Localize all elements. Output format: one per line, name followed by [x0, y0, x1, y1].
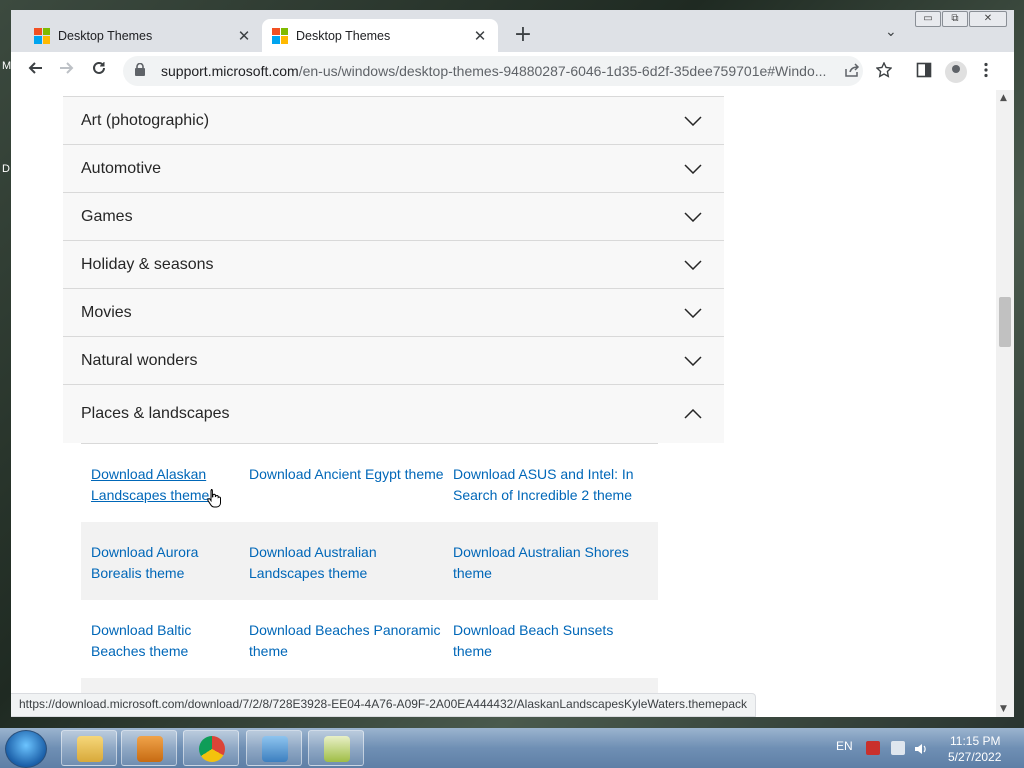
taskbar: EN 11:15 PM 5/27/2022: [0, 728, 1024, 768]
accordion-places-landscapes[interactable]: Places & landscapes: [63, 385, 724, 443]
desktop-label-d: D: [2, 163, 10, 175]
microsoft-logo-icon: [34, 27, 50, 44]
scroll-up-arrow-icon[interactable]: ▲: [1000, 93, 1007, 103]
accordion-label: Natural wonders: [81, 351, 198, 369]
share-icon[interactable]: [844, 63, 860, 81]
themes-accordion: Art (photographic) Automotive Games Holi…: [63, 96, 724, 708]
bookmark-star-icon[interactable]: [875, 61, 893, 82]
scroll-down-arrow-icon[interactable]: ▼: [1000, 704, 1007, 714]
accordion-games[interactable]: Games: [63, 193, 724, 241]
url-host: support.microsoft.com: [161, 63, 299, 79]
tab-title: Desktop Themes: [296, 28, 391, 43]
theme-links-row: Download Alaskan Landscapes theme Downlo…: [81, 444, 658, 522]
accordion-holiday-seasons[interactable]: Holiday & seasons: [63, 241, 724, 289]
chevron-down-icon: [684, 211, 702, 222]
taskbar-media-player[interactable]: [121, 730, 177, 766]
accordion-label: Holiday & seasons: [81, 255, 214, 273]
accordion-label: Places & landscapes: [81, 405, 230, 422]
tab-title: Desktop Themes: [58, 28, 153, 43]
network-icon[interactable]: [891, 741, 905, 755]
accordion-movies[interactable]: Movies: [63, 289, 724, 337]
chevron-down-icon: [684, 355, 702, 366]
theme-links-row: Download Aurora Borealis theme Download …: [81, 522, 658, 600]
menu-kebab-icon[interactable]: [983, 62, 989, 82]
clock-time[interactable]: 11:15 PM: [950, 734, 1000, 748]
url-path: /en-us/windows/desktop-themes-94880287-6…: [298, 63, 827, 79]
chrome-icon: [199, 736, 225, 762]
link-status-bar: https://download.microsoft.com/download/…: [11, 693, 756, 717]
accordion-label: Art (photographic): [81, 111, 210, 129]
microsoft-logo-icon: [272, 27, 288, 44]
close-tab-icon[interactable]: ✕: [470, 27, 490, 45]
chevron-down-icon: [684, 163, 702, 174]
notepad-icon: [324, 736, 350, 762]
download-baltic-beaches-link[interactable]: Download Baltic Beaches theme: [81, 620, 249, 678]
action-center-flag-icon[interactable]: [866, 741, 880, 755]
reload-icon[interactable]: [88, 60, 110, 82]
download-beach-sunsets-link[interactable]: Download Beach Sunsets theme: [453, 620, 653, 678]
accordion-label: Automotive: [81, 159, 162, 177]
language-indicator[interactable]: EN: [836, 739, 853, 753]
download-alaskan-landscapes-link[interactable]: Download Alaskan Landscapes theme: [81, 464, 249, 522]
forward-icon[interactable]: [56, 60, 78, 82]
download-australian-landscapes-link[interactable]: Download Australian Landscapes theme: [249, 542, 453, 600]
accordion-automotive[interactable]: Automotive: [63, 145, 724, 193]
profile-avatar-icon[interactable]: [945, 61, 967, 83]
control-panel-icon: [262, 736, 288, 762]
close-window-button[interactable]: ✕: [969, 11, 1007, 27]
tab-desktop-themes-2[interactable]: Desktop Themes ✕: [262, 19, 498, 52]
scrollbar-thumb[interactable]: [999, 297, 1011, 347]
url-text[interactable]: support.microsoft.com/en-us/windows/desk…: [161, 63, 841, 79]
download-australian-shores-link[interactable]: Download Australian Shores theme: [453, 542, 653, 600]
chevron-down-icon: [684, 115, 702, 126]
chevron-down-icon: [684, 259, 702, 270]
lock-icon[interactable]: [135, 62, 149, 79]
back-icon[interactable]: [24, 60, 46, 82]
browser-toolbar: support.microsoft.com/en-us/windows/desk…: [11, 52, 1014, 90]
media-player-icon: [137, 736, 163, 762]
hand-cursor-icon: [207, 489, 221, 508]
accordion-art-photographic[interactable]: Art (photographic): [63, 96, 724, 145]
desktop-label-m: M: [2, 60, 12, 72]
download-aurora-borealis-link[interactable]: Download Aurora Borealis theme: [81, 542, 249, 600]
taskbar-file-explorer[interactable]: [61, 730, 117, 766]
close-tab-icon[interactable]: ✕: [234, 27, 254, 45]
download-ancient-egypt-link[interactable]: Download Ancient Egypt theme: [249, 464, 453, 522]
browser-window: Desktop Themes ✕ Desktop Themes ✕ + ⌄ ▭ …: [11, 10, 1014, 717]
page-scrollbar[interactable]: ▲ ▼: [996, 90, 1014, 717]
theme-links-row: Download Baltic Beaches theme Download B…: [81, 600, 658, 678]
start-button[interactable]: [5, 730, 47, 768]
download-beaches-panoramic-link[interactable]: Download Beaches Panoramic theme: [249, 620, 453, 678]
volume-icon[interactable]: [914, 741, 928, 755]
side-panel-icon[interactable]: [916, 62, 932, 82]
tab-strip: Desktop Themes ✕ Desktop Themes ✕ + ⌄ ▭ …: [11, 10, 1014, 52]
accordion-natural-wonders[interactable]: Natural wonders: [63, 337, 724, 385]
theme-links-panel: Download Alaskan Landscapes theme Downlo…: [81, 443, 658, 708]
minimize-button[interactable]: ▭: [915, 11, 941, 27]
folder-icon: [77, 736, 103, 762]
restore-button[interactable]: ⧉: [942, 11, 968, 27]
chevron-down-icon: [684, 307, 702, 318]
page-viewport: Art (photographic) Automotive Games Holi…: [11, 90, 996, 717]
accordion-label: Movies: [81, 303, 132, 321]
tab-desktop-themes-1[interactable]: Desktop Themes ✕: [24, 19, 262, 52]
address-bar[interactable]: support.microsoft.com/en-us/windows/desk…: [123, 56, 863, 86]
taskbar-notepad[interactable]: [308, 730, 364, 766]
taskbar-chrome[interactable]: [183, 730, 239, 766]
chevron-up-icon: [684, 409, 702, 419]
taskbar-control-panel[interactable]: [246, 730, 302, 766]
new-tab-button[interactable]: +: [511, 24, 535, 48]
tab-search-chevron-icon[interactable]: ⌄: [885, 24, 897, 40]
accordion-label: Games: [81, 207, 133, 225]
clock-date[interactable]: 5/27/2022: [948, 750, 1001, 764]
download-asus-intel-link[interactable]: Download ASUS and Intel: In Search of In…: [453, 464, 653, 522]
